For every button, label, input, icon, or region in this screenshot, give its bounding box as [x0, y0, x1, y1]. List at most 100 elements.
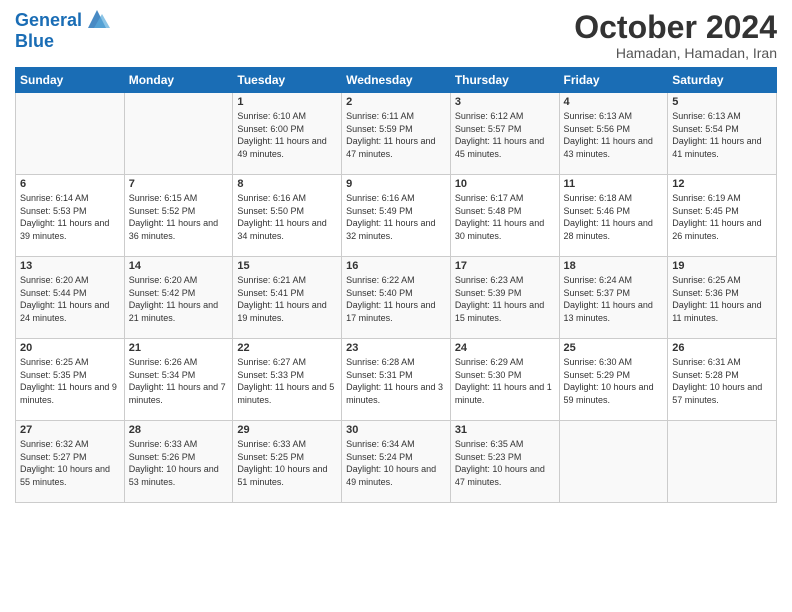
- day-info: Sunrise: 6:21 AMSunset: 5:41 PMDaylight:…: [237, 274, 337, 324]
- day-number: 28: [129, 424, 229, 436]
- calendar-table: Sunday Monday Tuesday Wednesday Thursday…: [15, 67, 777, 503]
- day-info: Sunrise: 6:16 AMSunset: 5:50 PMDaylight:…: [237, 192, 337, 242]
- day-number: 9: [346, 178, 446, 190]
- day-number: 13: [20, 260, 120, 272]
- table-row: 3 Sunrise: 6:12 AMSunset: 5:57 PMDaylight…: [450, 93, 559, 175]
- table-row: [668, 421, 777, 503]
- month-title: October 2024: [574, 10, 777, 45]
- day-info: Sunrise: 6:15 AMSunset: 5:52 PMDaylight:…: [129, 192, 229, 242]
- day-info: Sunrise: 6:11 AMSunset: 5:59 PMDaylight:…: [346, 110, 446, 160]
- header-thursday: Thursday: [450, 68, 559, 93]
- day-number: 27: [20, 424, 120, 436]
- day-info: Sunrise: 6:19 AMSunset: 5:45 PMDaylight:…: [672, 192, 772, 242]
- header-monday: Monday: [124, 68, 233, 93]
- day-info: Sunrise: 6:26 AMSunset: 5:34 PMDaylight:…: [129, 356, 229, 406]
- day-info: Sunrise: 6:23 AMSunset: 5:39 PMDaylight:…: [455, 274, 555, 324]
- table-row: 1 Sunrise: 6:10 AMSunset: 6:00 PMDaylight…: [233, 93, 342, 175]
- table-row: [559, 421, 668, 503]
- day-number: 31: [455, 424, 555, 436]
- table-row: 23 Sunrise: 6:28 AMSunset: 5:31 PMDayligh…: [342, 339, 451, 421]
- day-number: 14: [129, 260, 229, 272]
- table-row: 13 Sunrise: 6:20 AMSunset: 5:44 PMDayligh…: [16, 257, 125, 339]
- table-row: 26Sunrise: 6:31 AMSunset: 5:28 PMDayligh…: [668, 339, 777, 421]
- table-row: 5 Sunrise: 6:13 AMSunset: 5:54 PMDaylight…: [668, 93, 777, 175]
- table-row: 31 Sunrise: 6:35 AMSunset: 5:23 PMDayligh…: [450, 421, 559, 503]
- day-info: Sunrise: 6:25 AMSunset: 5:36 PMDaylight:…: [672, 274, 772, 324]
- day-number: 5: [672, 96, 772, 108]
- day-number: 12: [672, 178, 772, 190]
- day-number: 6: [20, 178, 120, 190]
- day-number: 21: [129, 342, 229, 354]
- day-info: Sunrise: 6:17 AMSunset: 5:48 PMDaylight:…: [455, 192, 555, 242]
- table-row: 11Sunrise: 6:18 AMSunset: 5:46 PMDayligh…: [559, 175, 668, 257]
- day-number: 1: [237, 96, 337, 108]
- header-saturday: Saturday: [668, 68, 777, 93]
- day-number: 24: [455, 342, 555, 354]
- table-row: 30 Sunrise: 6:34 AMSunset: 5:24 PMDayligh…: [342, 421, 451, 503]
- header-wednesday: Wednesday: [342, 68, 451, 93]
- table-row: 15 Sunrise: 6:21 AMSunset: 5:41 PMDayligh…: [233, 257, 342, 339]
- day-number: 16: [346, 260, 446, 272]
- day-number: 4: [564, 96, 664, 108]
- day-info: Sunrise: 6:16 AMSunset: 5:49 PMDaylight:…: [346, 192, 446, 242]
- day-info: Sunrise: 6:33 AMSunset: 5:26 PMDaylight:…: [129, 438, 229, 488]
- day-number: 22: [237, 342, 337, 354]
- calendar-week-row: 13 Sunrise: 6:20 AMSunset: 5:44 PMDayligh…: [16, 257, 777, 339]
- day-info: Sunrise: 6:20 AMSunset: 5:42 PMDaylight:…: [129, 274, 229, 324]
- title-block: October 2024 Hamadan, Hamadan, Iran: [574, 10, 777, 61]
- day-info: Sunrise: 6:24 AMSunset: 5:37 PMDaylight:…: [564, 274, 664, 324]
- day-number: 3: [455, 96, 555, 108]
- day-info: Sunrise: 6:10 AMSunset: 6:00 PMDaylight:…: [237, 110, 337, 160]
- day-info: Sunrise: 6:18 AMSunset: 5:46 PMDaylight:…: [564, 192, 664, 242]
- day-info: Sunrise: 6:12 AMSunset: 5:57 PMDaylight:…: [455, 110, 555, 160]
- day-info: Sunrise: 6:13 AMSunset: 5:54 PMDaylight:…: [672, 110, 772, 160]
- logo: General Blue: [15, 10, 110, 52]
- day-number: 7: [129, 178, 229, 190]
- logo-general: General: [15, 10, 82, 30]
- table-row: 29 Sunrise: 6:33 AMSunset: 5:25 PMDayligh…: [233, 421, 342, 503]
- table-row: 8 Sunrise: 6:16 AMSunset: 5:50 PMDaylight…: [233, 175, 342, 257]
- day-info: Sunrise: 6:34 AMSunset: 5:24 PMDaylight:…: [346, 438, 446, 488]
- table-row: 10Sunrise: 6:17 AMSunset: 5:48 PMDayligh…: [450, 175, 559, 257]
- calendar-week-row: 27 Sunrise: 6:32 AMSunset: 5:27 PMDayligh…: [16, 421, 777, 503]
- table-row: 28 Sunrise: 6:33 AMSunset: 5:26 PMDayligh…: [124, 421, 233, 503]
- day-info: Sunrise: 6:20 AMSunset: 5:44 PMDaylight:…: [20, 274, 120, 324]
- table-row: 16Sunrise: 6:22 AMSunset: 5:40 PMDayligh…: [342, 257, 451, 339]
- header-friday: Friday: [559, 68, 668, 93]
- day-info: Sunrise: 6:35 AMSunset: 5:23 PMDaylight:…: [455, 438, 555, 488]
- calendar-week-row: 1 Sunrise: 6:10 AMSunset: 6:00 PMDaylight…: [16, 93, 777, 175]
- day-number: 15: [237, 260, 337, 272]
- day-number: 30: [346, 424, 446, 436]
- day-number: 29: [237, 424, 337, 436]
- day-info: Sunrise: 6:28 AMSunset: 5:31 PMDaylight:…: [346, 356, 446, 406]
- table-row: 4 Sunrise: 6:13 AMSunset: 5:56 PMDaylight…: [559, 93, 668, 175]
- logo-blue: Blue: [15, 32, 110, 52]
- table-row: 20 Sunrise: 6:25 AMSunset: 5:35 PMDayligh…: [16, 339, 125, 421]
- table-row: 19Sunrise: 6:25 AMSunset: 5:36 PMDayligh…: [668, 257, 777, 339]
- table-row: 25Sunrise: 6:30 AMSunset: 5:29 PMDayligh…: [559, 339, 668, 421]
- table-row: 6Sunrise: 6:14 AMSunset: 5:53 PMDaylight…: [16, 175, 125, 257]
- day-info: Sunrise: 6:32 AMSunset: 5:27 PMDaylight:…: [20, 438, 120, 488]
- day-info: Sunrise: 6:33 AMSunset: 5:25 PMDaylight:…: [237, 438, 337, 488]
- day-number: 20: [20, 342, 120, 354]
- table-row: 17Sunrise: 6:23 AMSunset: 5:39 PMDayligh…: [450, 257, 559, 339]
- table-row: 14 Sunrise: 6:20 AMSunset: 5:42 PMDayligh…: [124, 257, 233, 339]
- calendar-week-row: 20 Sunrise: 6:25 AMSunset: 5:35 PMDayligh…: [16, 339, 777, 421]
- page: General Blue October 2024 Hamadan, Hamad…: [0, 0, 792, 612]
- day-info: Sunrise: 6:13 AMSunset: 5:56 PMDaylight:…: [564, 110, 664, 160]
- table-row: 2Sunrise: 6:11 AMSunset: 5:59 PMDaylight…: [342, 93, 451, 175]
- day-info: Sunrise: 6:25 AMSunset: 5:35 PMDaylight:…: [20, 356, 120, 406]
- table-row: [124, 93, 233, 175]
- header-tuesday: Tuesday: [233, 68, 342, 93]
- table-row: 18 Sunrise: 6:24 AMSunset: 5:37 PMDayligh…: [559, 257, 668, 339]
- day-number: 18: [564, 260, 664, 272]
- day-number: 8: [237, 178, 337, 190]
- day-number: 23: [346, 342, 446, 354]
- day-number: 26: [672, 342, 772, 354]
- table-row: 27 Sunrise: 6:32 AMSunset: 5:27 PMDayligh…: [16, 421, 125, 503]
- table-row: 9 Sunrise: 6:16 AMSunset: 5:49 PMDaylight…: [342, 175, 451, 257]
- table-row: [16, 93, 125, 175]
- table-row: 24Sunrise: 6:29 AMSunset: 5:30 PMDayligh…: [450, 339, 559, 421]
- table-row: 7 Sunrise: 6:15 AMSunset: 5:52 PMDaylight…: [124, 175, 233, 257]
- calendar-week-row: 6Sunrise: 6:14 AMSunset: 5:53 PMDaylight…: [16, 175, 777, 257]
